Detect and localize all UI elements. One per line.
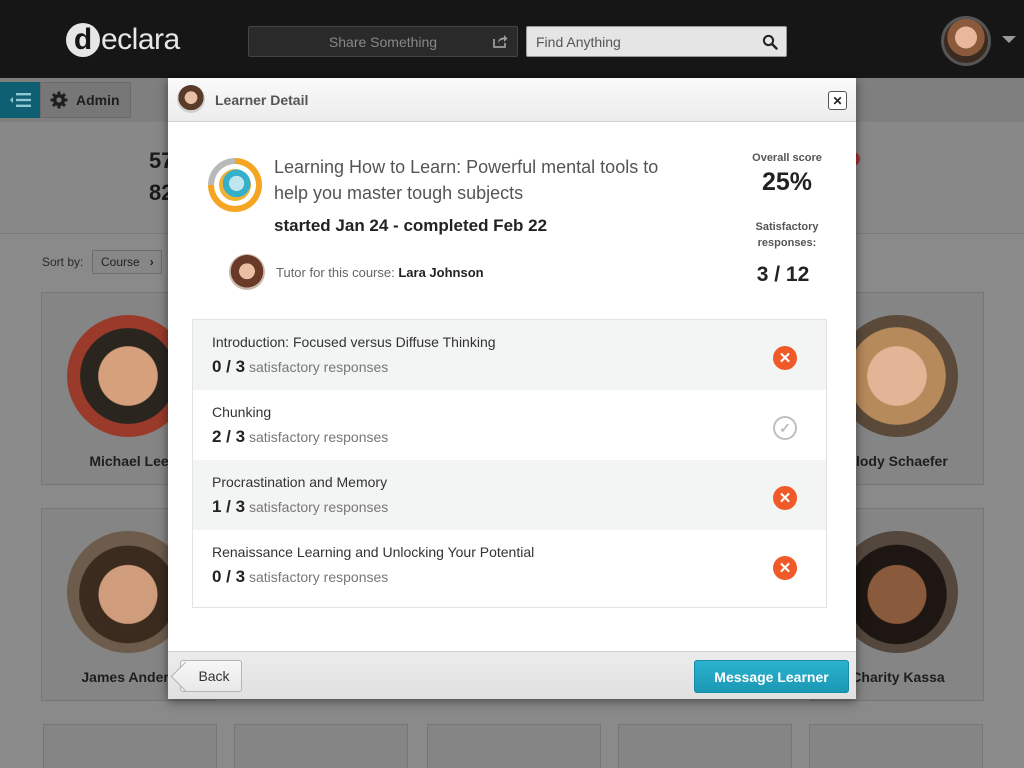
- declara-logo[interactable]: d eclara: [66, 22, 180, 58]
- module-name: Renaissance Learning and Unlocking Your …: [212, 544, 535, 560]
- course-progress-icon: [208, 158, 262, 212]
- module-row: Introduction: Focused versus Diffuse Thi…: [193, 320, 826, 390]
- learner-card[interactable]: [43, 724, 217, 768]
- chevron-right-icon: ›: [149, 255, 154, 269]
- learner-detail-dialog: Learner Detail ✕ Learning How to Learn: …: [168, 78, 856, 699]
- dialog-title: Learner Detail: [215, 92, 309, 108]
- module-row: Chunking 2 / 3 satisfactory responses ✓: [193, 390, 826, 460]
- fail-status-icon: ✕: [773, 556, 797, 580]
- module-name: Introduction: Focused versus Diffuse Thi…: [212, 334, 496, 350]
- dialog-header: Learner Detail ✕: [168, 78, 856, 122]
- fail-status-icon: ✕: [773, 486, 797, 510]
- learner-card[interactable]: [234, 724, 408, 768]
- module-score-suffix: satisfactory responses: [248, 569, 389, 585]
- sort-label: Sort by:: [42, 255, 84, 269]
- module-name: Chunking: [212, 404, 272, 420]
- learner-card[interactable]: [809, 724, 983, 768]
- message-learner-label: Message Learner: [714, 668, 829, 685]
- gear-icon: [50, 91, 68, 109]
- sort-dropdown[interactable]: Course ›: [92, 250, 162, 274]
- user-avatar[interactable]: [941, 16, 991, 66]
- search-icon[interactable]: [762, 34, 778, 50]
- share-something-input[interactable]: Share Something: [248, 26, 518, 57]
- admin-label: Admin: [76, 92, 120, 108]
- module-score: 1 / 3 satisfactory responses: [212, 497, 388, 517]
- module-name: Procrastination and Memory: [212, 474, 388, 490]
- module-score-suffix: satisfactory responses: [248, 429, 389, 445]
- share-placeholder: Share Something: [328, 33, 438, 50]
- module-score: 2 / 3 satisfactory responses: [212, 427, 388, 447]
- tutor-label: Tutor for this course:: [276, 265, 395, 280]
- module-score-value: 1 / 3: [212, 497, 246, 516]
- menu-icon: [10, 93, 31, 107]
- module-score-suffix: satisfactory responses: [248, 499, 389, 515]
- learner-card[interactable]: [427, 724, 601, 768]
- check-status-icon: ✓: [773, 416, 797, 440]
- logo-mark: d: [66, 23, 100, 57]
- module-row: Renaissance Learning and Unlocking Your …: [193, 530, 826, 600]
- learner-card[interactable]: [618, 724, 792, 768]
- tutor-name[interactable]: Lara Johnson: [398, 265, 483, 280]
- brain-icon: [219, 169, 251, 201]
- sort-value: Course: [101, 255, 140, 269]
- share-icon[interactable]: [492, 33, 508, 49]
- back-button[interactable]: Back: [180, 660, 242, 692]
- module-score-value: 2 / 3: [212, 427, 246, 446]
- close-button[interactable]: ✕: [828, 91, 847, 110]
- tutor-avatar: [229, 254, 265, 290]
- back-label: Back: [198, 668, 230, 684]
- module-score: 0 / 3 satisfactory responses: [212, 567, 388, 587]
- top-bar: d eclara Share Something Find Anything: [0, 0, 1024, 78]
- satisfactory-value: 3 / 12: [756, 263, 810, 286]
- overall-score-label: Overall score: [752, 152, 822, 164]
- chevron-down-icon[interactable]: [1002, 36, 1016, 43]
- module-list: Introduction: Focused versus Diffuse Thi…: [192, 319, 827, 608]
- satisfactory-label: Satisfactory responses:: [755, 221, 819, 249]
- overall-score-value: 25%: [761, 168, 813, 196]
- admin-button[interactable]: Admin: [40, 82, 131, 118]
- module-score: 0 / 3 satisfactory responses: [212, 357, 388, 377]
- close-icon: ✕: [832, 93, 843, 108]
- learner-avatar: [177, 85, 205, 113]
- dialog-footer: Back Message Learner: [168, 651, 856, 699]
- search-input[interactable]: Find Anything: [526, 26, 787, 57]
- sidebar-toggle-button[interactable]: [0, 82, 40, 118]
- search-placeholder: Find Anything: [536, 33, 621, 50]
- module-row: Procrastination and Memory 1 / 3 satisfa…: [193, 460, 826, 530]
- module-score-value: 0 / 3: [212, 357, 246, 376]
- fail-status-icon: ✕: [773, 346, 797, 370]
- module-score-value: 0 / 3: [212, 567, 246, 586]
- tutor-line: Tutor for this course: Lara Johnson: [276, 265, 484, 280]
- course-dates: started Jan 24 - completed Feb 22: [274, 216, 548, 235]
- message-learner-button[interactable]: Message Learner: [694, 660, 849, 693]
- course-title: Learning How to Learn: Powerful mental t…: [274, 157, 659, 203]
- module-score-suffix: satisfactory responses: [248, 359, 389, 375]
- logo-text: eclara: [101, 23, 180, 56]
